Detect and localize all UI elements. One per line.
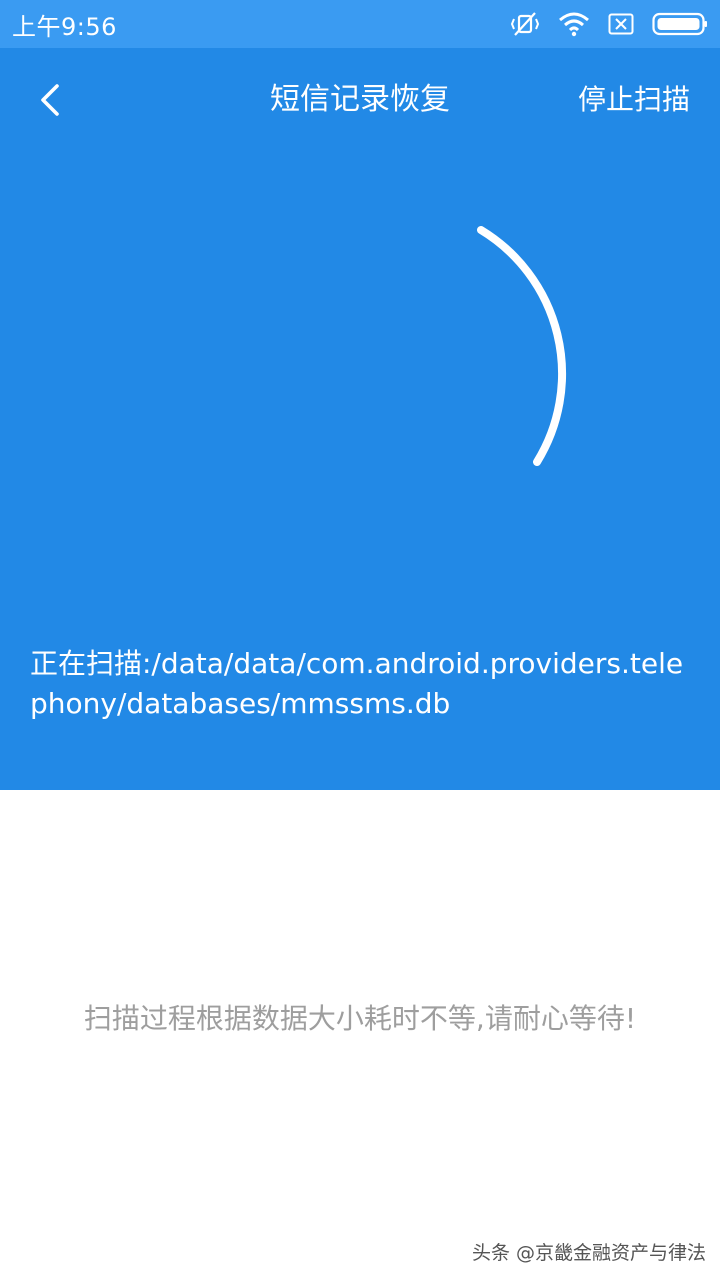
status-icons <box>510 10 708 38</box>
status-bar: 上午9:56 <box>0 0 720 48</box>
stop-scan-button[interactable]: 停止扫描 <box>578 48 690 152</box>
battery-icon <box>652 12 708 36</box>
app-bar: 短信记录恢复 停止扫描 <box>0 48 720 152</box>
scan-header-panel: 短信记录恢复 停止扫描 正在扫描:/data/data/com.android.… <box>0 48 720 790</box>
screen: 上午9:56 短信记录恢复 停止扫描 正在扫描:/data/data/com.a… <box>0 0 720 1280</box>
mute-vibrate-icon <box>510 10 540 38</box>
sim-x-icon <box>608 13 634 35</box>
status-time: 上午9:56 <box>12 12 117 41</box>
scan-hint-text: 扫描过程根据数据大小耗时不等,请耐心等待! <box>83 1002 637 1035</box>
scan-path-text: 正在扫描:/data/data/com.android.providers.te… <box>30 647 684 720</box>
watermark: 头条 @京畿金融资产与律法 <box>471 1242 706 1264</box>
wifi-icon <box>558 11 590 37</box>
